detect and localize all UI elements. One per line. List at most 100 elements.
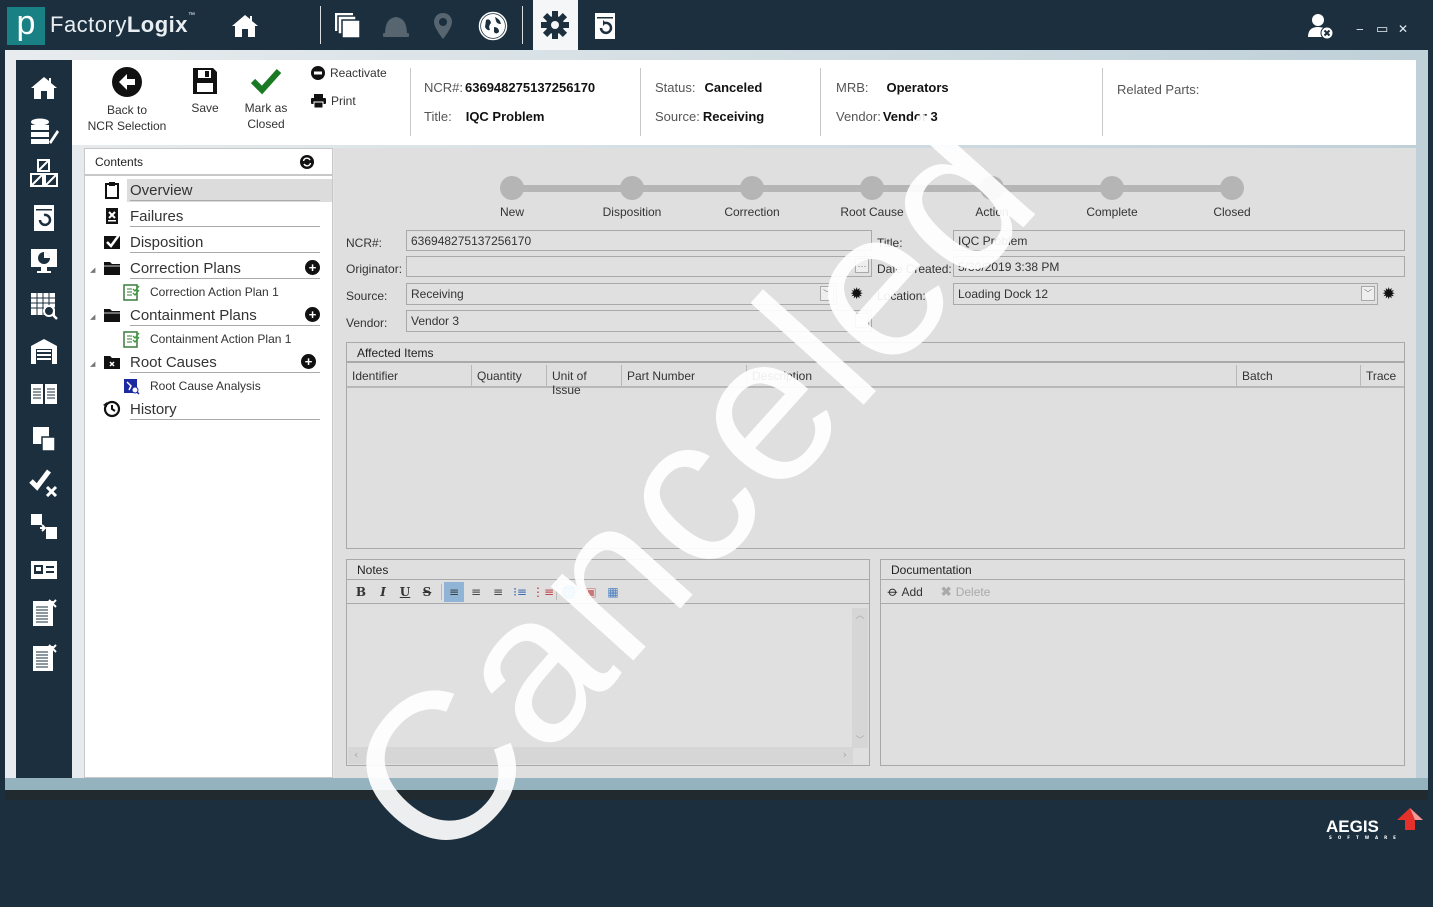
ncr-label: NCR#:	[346, 236, 383, 250]
strikethrough-button[interactable]: S	[417, 582, 437, 602]
header-source-value: Receiving	[702, 109, 765, 124]
title-field[interactable]: IQC Problem	[953, 230, 1405, 251]
chevron-down-icon[interactable]: ﹀	[855, 313, 869, 328]
tree-item-disposition[interactable]: Disposition	[85, 231, 332, 255]
workflow-step-label: Correction	[724, 205, 780, 219]
scroll-left-icon[interactable]: ‹	[354, 748, 358, 761]
hardhat-icon[interactable]	[378, 8, 414, 44]
maximize-button[interactable]: ▭	[1376, 22, 1388, 37]
align-left-icon[interactable]: ≡	[444, 581, 464, 602]
user-logout-icon[interactable]	[1303, 8, 1339, 44]
align-right-icon[interactable]: ≡	[488, 582, 508, 602]
column-header-unit-of-issue[interactable]: Unit of Issue	[547, 365, 622, 397]
chevron-down-icon[interactable]: ﹀	[1361, 286, 1375, 301]
notes-editor[interactable]	[351, 609, 853, 748]
sidebar-reset-device-icon[interactable]	[28, 202, 60, 234]
originator-browse-button[interactable]: ···	[855, 258, 869, 273]
expand-arrow-icon[interactable]: ◢	[90, 266, 95, 274]
sidebar-monitor-chart-icon[interactable]	[28, 245, 60, 277]
originator-field[interactable]: ···	[406, 256, 872, 277]
scroll-down-icon[interactable]: ﹀	[852, 733, 868, 746]
sidebar-copy-icon[interactable]	[28, 423, 60, 455]
mark-closed-button[interactable]: Mark as Closed	[240, 66, 292, 132]
home-icon[interactable]	[227, 8, 263, 44]
notes-horizontal-scrollbar[interactable]: ‹ ›	[348, 747, 853, 764]
sidebar-document-x-icon-2[interactable]	[28, 642, 60, 674]
workflow-step-dot	[620, 176, 644, 200]
action-plan-icon	[123, 331, 140, 348]
notes-vertical-scrollbar[interactable]: ︿ ﹀	[852, 608, 868, 748]
print-button[interactable]: Print	[311, 94, 356, 108]
expand-arrow-icon[interactable]: ◢	[90, 360, 95, 368]
numbered-list-icon[interactable]: ⋮≡	[532, 582, 554, 602]
close-button[interactable]: ✕	[1398, 22, 1408, 36]
sidebar-packages-icon[interactable]	[28, 157, 60, 189]
location-settings-gear-icon[interactable]: ✹	[1382, 284, 1395, 303]
affected-items-header-row: Identifier Quantity Unit of Issue Part N…	[347, 365, 1404, 397]
tree-item-root-causes[interactable]: ◢ Root Causes +	[85, 351, 332, 375]
scroll-right-icon[interactable]: ›	[843, 748, 847, 761]
underline-button[interactable]: U	[395, 582, 415, 602]
save-label: Save	[191, 101, 219, 115]
scroll-up-icon[interactable]: ︿	[852, 608, 868, 621]
tree-item-failures[interactable]: Failures	[85, 205, 332, 229]
sidebar-warehouse-icon[interactable]	[28, 335, 60, 367]
column-header-identifier[interactable]: Identifier	[347, 365, 472, 387]
sidebar-id-card-icon[interactable]	[28, 554, 60, 586]
add-containment-plan-icon[interactable]: +	[305, 307, 320, 322]
chevron-down-icon[interactable]: ﹀	[820, 286, 834, 301]
sidebar-home-icon[interactable]	[28, 72, 60, 104]
column-header-description[interactable]: Description	[747, 365, 1237, 387]
separator	[522, 6, 523, 44]
column-header-quantity[interactable]: Quantity	[472, 365, 547, 387]
folder-icon	[104, 262, 120, 275]
tree-item-containment-action-plan-1[interactable]: Containment Action Plan 1	[85, 328, 332, 352]
add-correction-plan-icon[interactable]: +	[305, 260, 320, 275]
align-center-icon[interactable]: ≡	[466, 582, 486, 602]
ncr-field[interactable]: 636948275137256170	[406, 230, 872, 251]
add-document-button[interactable]: ⌀ Add	[885, 583, 923, 600]
tree-item-root-cause-analysis[interactable]: Root Cause Analysis	[85, 375, 332, 399]
sidebar-table-search-icon[interactable]	[28, 290, 60, 322]
add-root-cause-icon[interactable]: +	[301, 354, 316, 369]
reactivate-button[interactable]: Reactivate	[311, 66, 387, 80]
sidebar-inventory-edit-icon[interactable]	[28, 115, 60, 147]
insert-table-icon[interactable]: ▦	[603, 582, 623, 602]
tree-item-overview[interactable]: Overview	[85, 179, 332, 203]
column-header-part-number[interactable]: Part Number	[622, 365, 747, 387]
sidebar-transfer-icon[interactable]	[28, 510, 60, 542]
expand-arrow-icon[interactable]: ◢	[90, 313, 95, 321]
source-dropdown[interactable]: Receiving ﹀	[406, 283, 837, 305]
tab-settings[interactable]	[533, 0, 578, 50]
italic-button[interactable]: I	[373, 582, 393, 602]
save-button[interactable]: Save	[186, 66, 224, 116]
delete-document-button[interactable]: ✖ Delete	[941, 584, 991, 600]
sidebar-book-icon[interactable]	[28, 378, 60, 410]
bold-button[interactable]: B	[351, 582, 371, 602]
documents-icon[interactable]	[330, 8, 366, 44]
hyperlink-icon[interactable]: 🌐	[559, 582, 579, 602]
tree-item-history[interactable]: History	[85, 398, 332, 422]
minimize-button[interactable]: ‒	[1356, 22, 1364, 36]
map-pin-icon[interactable]	[425, 8, 461, 44]
location-dropdown[interactable]: Loading Dock 12 ﹀	[953, 283, 1378, 305]
reset-device-icon[interactable]	[587, 8, 623, 44]
back-button[interactable]: Back to NCR Selection	[86, 66, 168, 134]
tree-item-containment-plans[interactable]: ◢ Containment Plans +	[85, 304, 332, 328]
folder-x-icon	[104, 356, 120, 369]
insert-image-icon[interactable]: ▣	[581, 582, 601, 602]
vendor-dropdown[interactable]: Vendor 3 ﹀	[406, 310, 872, 332]
column-header-batch[interactable]: Batch	[1237, 365, 1361, 387]
column-header-trace[interactable]: Trace	[1361, 365, 1404, 387]
date-created-field[interactable]: 5/30/2019 3:38 PM	[953, 256, 1405, 277]
back-arrow-icon	[112, 67, 142, 97]
sidebar-check-cross-icon[interactable]	[28, 466, 60, 498]
source-settings-gear-icon[interactable]: ✹	[850, 284, 863, 303]
tree-item-correction-plans[interactable]: ◢ Correction Plans +	[85, 257, 332, 281]
root-cause-analysis-icon	[124, 379, 140, 395]
tree-item-correction-action-plan-1[interactable]: Correction Action Plan 1	[85, 281, 332, 305]
bullet-list-icon[interactable]: ⁝≡	[510, 582, 530, 602]
globe-icon[interactable]	[475, 8, 511, 44]
refresh-icon[interactable]	[300, 155, 314, 169]
sidebar-document-x-icon[interactable]	[28, 597, 60, 629]
